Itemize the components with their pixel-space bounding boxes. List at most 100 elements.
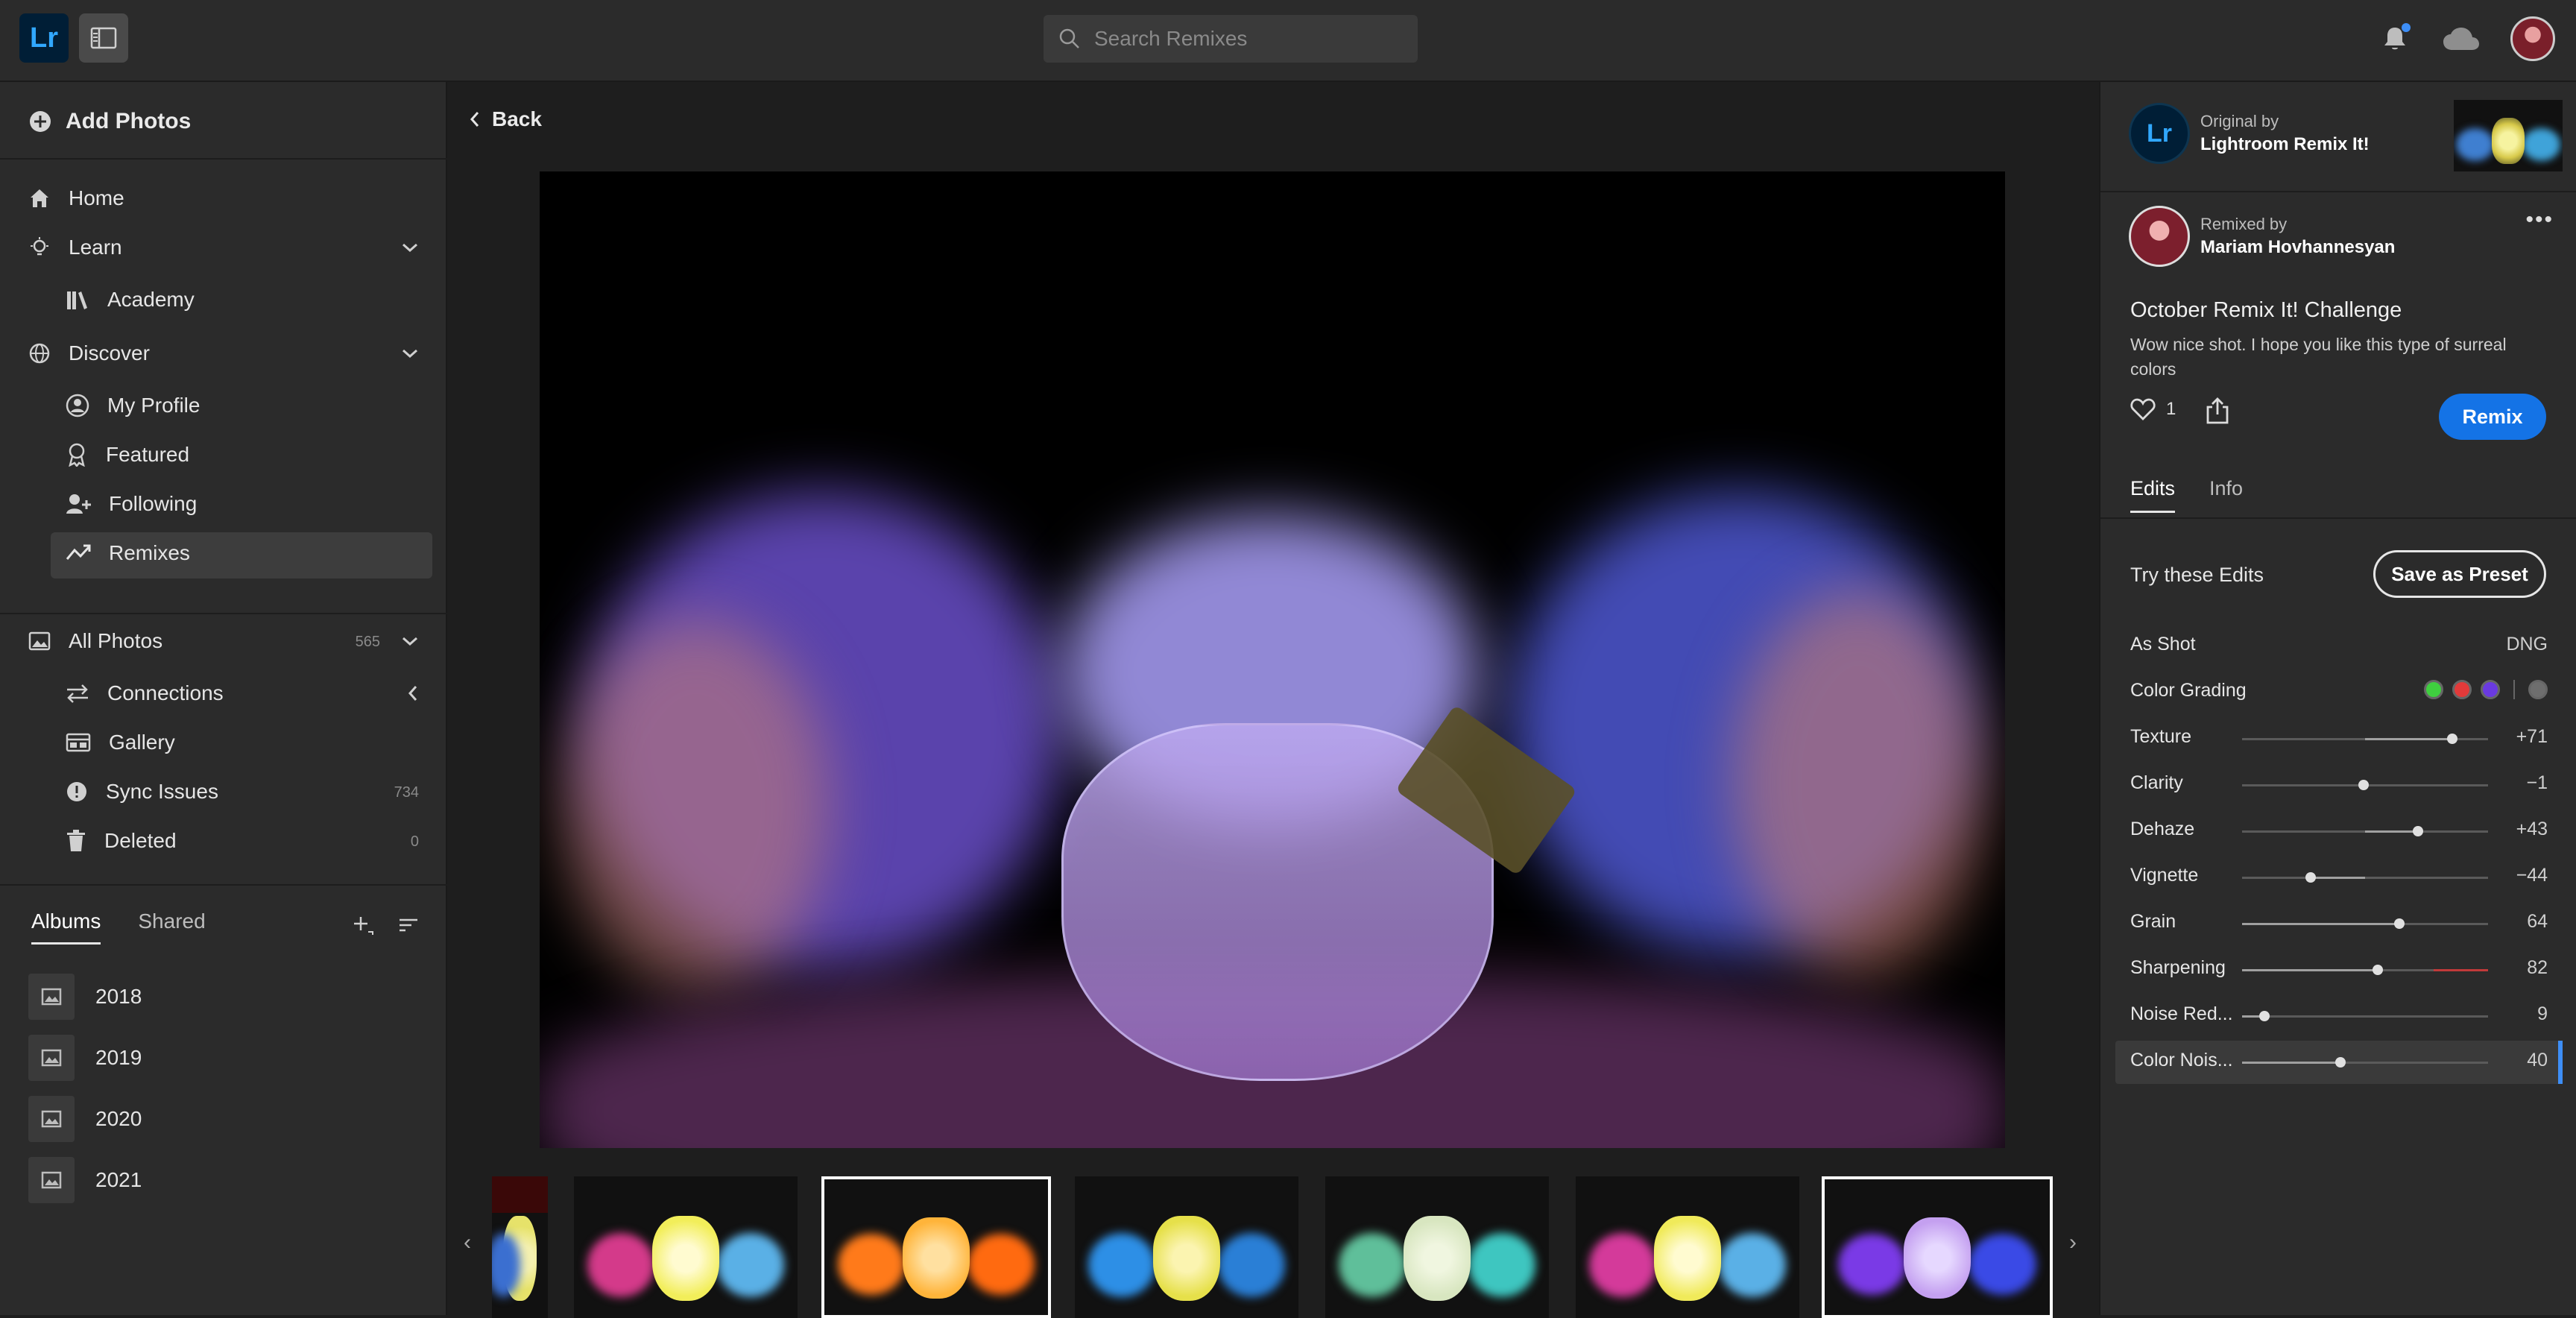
slider-track[interactable] — [2242, 734, 2488, 744]
more-options-icon[interactable]: ••• — [2525, 207, 2554, 233]
search-box[interactable] — [1044, 15, 1418, 63]
remix-button[interactable]: Remix — [2439, 394, 2546, 440]
chevron-down-icon[interactable] — [401, 347, 419, 359]
sidebar-item-connections[interactable]: Connections — [66, 681, 419, 705]
logo-text: Lr — [30, 22, 58, 54]
like-button[interactable]: 1 — [2130, 398, 2176, 420]
color-grading-shadows-swatch[interactable] — [2424, 680, 2443, 699]
slider-track[interactable] — [2242, 965, 2488, 975]
notifications-button[interactable] — [2378, 22, 2412, 56]
filmstrip-thumb-selected[interactable] — [1822, 1176, 2053, 1318]
color-grading-highlights-swatch[interactable] — [2481, 680, 2500, 699]
tab-shared[interactable]: Shared — [138, 909, 205, 945]
cloud-icon[interactable] — [2442, 26, 2481, 51]
filmstrip-prev-icon[interactable]: ‹ — [464, 1230, 471, 1255]
share-icon[interactable] — [2205, 397, 2230, 425]
add-album-icon[interactable] — [352, 914, 374, 936]
user-avatar[interactable] — [2510, 16, 2555, 61]
filmstrip-thumb-selected[interactable] — [821, 1176, 1051, 1318]
album-item[interactable]: 2018 — [28, 974, 142, 1020]
sidebar-item-discover[interactable]: Discover — [28, 341, 419, 365]
sidebar-item-sync-issues[interactable]: Sync Issues 734 — [66, 780, 419, 804]
slider-track[interactable] — [2242, 780, 2488, 790]
sidebar-item-following[interactable]: Following — [66, 492, 197, 516]
filmstrip-thumb[interactable] — [1325, 1176, 1549, 1318]
search-input[interactable] — [1093, 26, 1406, 51]
sync-issues-count: 734 — [394, 784, 419, 801]
main-photo[interactable] — [540, 171, 2005, 1148]
challenge-title: October Remix It! Challenge — [2130, 298, 2402, 322]
color-grading-swatches — [2424, 680, 2548, 699]
filmstrip-thumb[interactable] — [574, 1176, 798, 1318]
deleted-count: 0 — [410, 833, 419, 850]
sidebar-item-learn[interactable]: Learn — [28, 236, 419, 259]
sidebar-item-home[interactable]: Home — [28, 186, 124, 210]
filmstrip: ‹ › — [447, 1163, 2099, 1318]
lightroom-logo[interactable]: Lr — [19, 13, 69, 63]
tab-info[interactable]: Info — [2209, 477, 2243, 513]
sort-icon[interactable] — [398, 915, 422, 936]
color-grading-global-swatch[interactable] — [2528, 680, 2548, 699]
remixed-by[interactable]: Remixed by Mariam Hovhannesyan — [2129, 206, 2395, 267]
slider-track[interactable] — [2242, 918, 2488, 929]
album-item[interactable]: 2020 — [28, 1096, 142, 1142]
thumb-right — [1969, 1233, 2036, 1295]
slider-knob[interactable] — [2412, 826, 2423, 836]
save-as-preset-button[interactable]: Save as Preset — [2373, 550, 2546, 598]
edit-value: +43 — [2516, 819, 2548, 839]
slider-track[interactable] — [2242, 872, 2488, 883]
slider-knob[interactable] — [2335, 1057, 2346, 1068]
remix-comment: Wow nice shot. I hope you like this type… — [2130, 335, 2507, 379]
nav-label: Sync Issues — [106, 780, 218, 803]
slider-fill — [2311, 877, 2365, 879]
try-edits-label: Try these Edits — [2130, 564, 2264, 586]
slider-knob[interactable] — [2258, 1011, 2270, 1021]
right-panel: Lr Original by Lightroom Remix It! Remix… — [2099, 82, 2576, 1315]
slider-knob[interactable] — [2305, 872, 2317, 883]
sidebar-item-deleted[interactable]: Deleted 0 — [66, 829, 419, 853]
chevron-down-icon[interactable] — [401, 242, 419, 253]
remixed-by-name[interactable]: Mariam Hovhannesyan — [2200, 237, 2395, 258]
color-grading-midtones-swatch[interactable] — [2452, 680, 2472, 699]
slider-knob[interactable] — [2372, 965, 2383, 975]
add-circle-icon — [30, 111, 51, 132]
sidebar-item-all-photos[interactable]: All Photos 565 — [28, 629, 419, 653]
album-thumbnail — [28, 1096, 75, 1142]
edit-value: 9 — [2537, 1003, 2548, 1024]
chevron-down-icon[interactable] — [401, 635, 419, 647]
original-by[interactable]: Lr Original by Lightroom Remix It! — [2129, 103, 2370, 164]
album-item[interactable]: 2021 — [28, 1157, 142, 1203]
slider-knob[interactable] — [2394, 918, 2405, 929]
edit-label: As Shot — [2130, 634, 2196, 655]
original-by-name[interactable]: Lightroom Remix It! — [2200, 134, 2370, 155]
toggle-panel-button[interactable] — [79, 13, 128, 63]
back-button[interactable]: Back — [470, 107, 542, 131]
thumb-left — [838, 1233, 905, 1295]
slider-knob[interactable] — [2447, 734, 2458, 744]
thumb-glass — [1903, 1217, 1972, 1299]
filmstrip-next-icon[interactable]: › — [2069, 1230, 2077, 1255]
heart-icon — [2130, 398, 2156, 420]
search-icon — [1059, 28, 1079, 48]
sidebar-item-remixes[interactable]: Remixes — [66, 541, 190, 565]
sidebar-item-academy[interactable]: Academy — [66, 288, 195, 312]
slider-track[interactable] — [2242, 826, 2488, 836]
original-photo-thumbnail[interactable] — [2454, 100, 2563, 171]
album-item[interactable]: 2019 — [28, 1035, 142, 1081]
slider-knob[interactable] — [2358, 780, 2370, 790]
filmstrip-thumb[interactable] — [492, 1176, 548, 1318]
tab-albums[interactable]: Albums — [31, 909, 101, 945]
sidebar-item-my-profile[interactable]: My Profile — [66, 394, 200, 417]
sidebar-item-featured[interactable]: Featured — [66, 443, 189, 467]
add-photos-button[interactable]: Add Photos — [28, 109, 191, 134]
thumb-left — [587, 1233, 654, 1297]
edit-label: Clarity — [2130, 772, 2183, 793]
filmstrip-thumb[interactable] — [1576, 1176, 1799, 1318]
divider — [0, 158, 447, 160]
filmstrip-thumb[interactable] — [1075, 1176, 1298, 1318]
tab-edits[interactable]: Edits — [2130, 477, 2176, 513]
slider-track[interactable] — [2242, 1057, 2488, 1068]
sidebar-item-gallery[interactable]: Gallery — [66, 731, 175, 754]
chevron-left-icon[interactable] — [407, 684, 419, 702]
slider-track[interactable] — [2242, 1011, 2488, 1021]
